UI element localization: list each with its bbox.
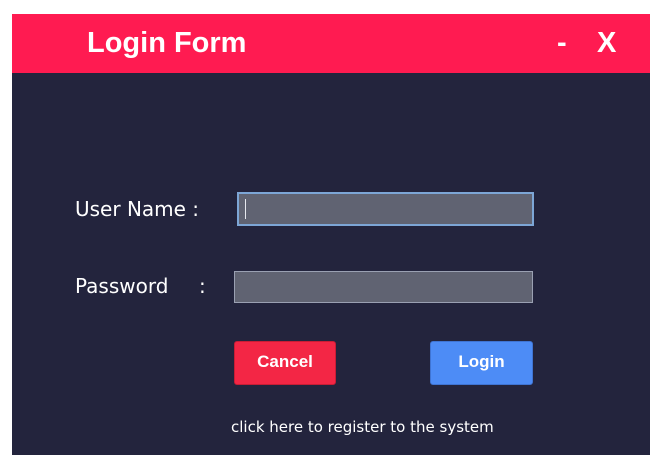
close-button[interactable]: X xyxy=(597,26,616,60)
window-title: Login Form xyxy=(87,27,247,59)
password-label-colon: : xyxy=(199,274,206,298)
login-button[interactable]: Login xyxy=(430,341,533,385)
password-input[interactable] xyxy=(234,271,533,303)
password-label: Password xyxy=(75,274,169,298)
minimize-button[interactable]: - xyxy=(557,26,567,60)
text-caret xyxy=(245,199,246,219)
register-link[interactable]: click here to register to the system xyxy=(231,417,494,437)
username-label: User Name : xyxy=(75,197,200,221)
username-input[interactable] xyxy=(237,192,534,226)
title-bar: Login Form - X xyxy=(12,14,650,73)
cancel-button[interactable]: Cancel xyxy=(234,341,336,385)
login-window: Login Form - X User Name : Password : Ca… xyxy=(12,14,650,455)
